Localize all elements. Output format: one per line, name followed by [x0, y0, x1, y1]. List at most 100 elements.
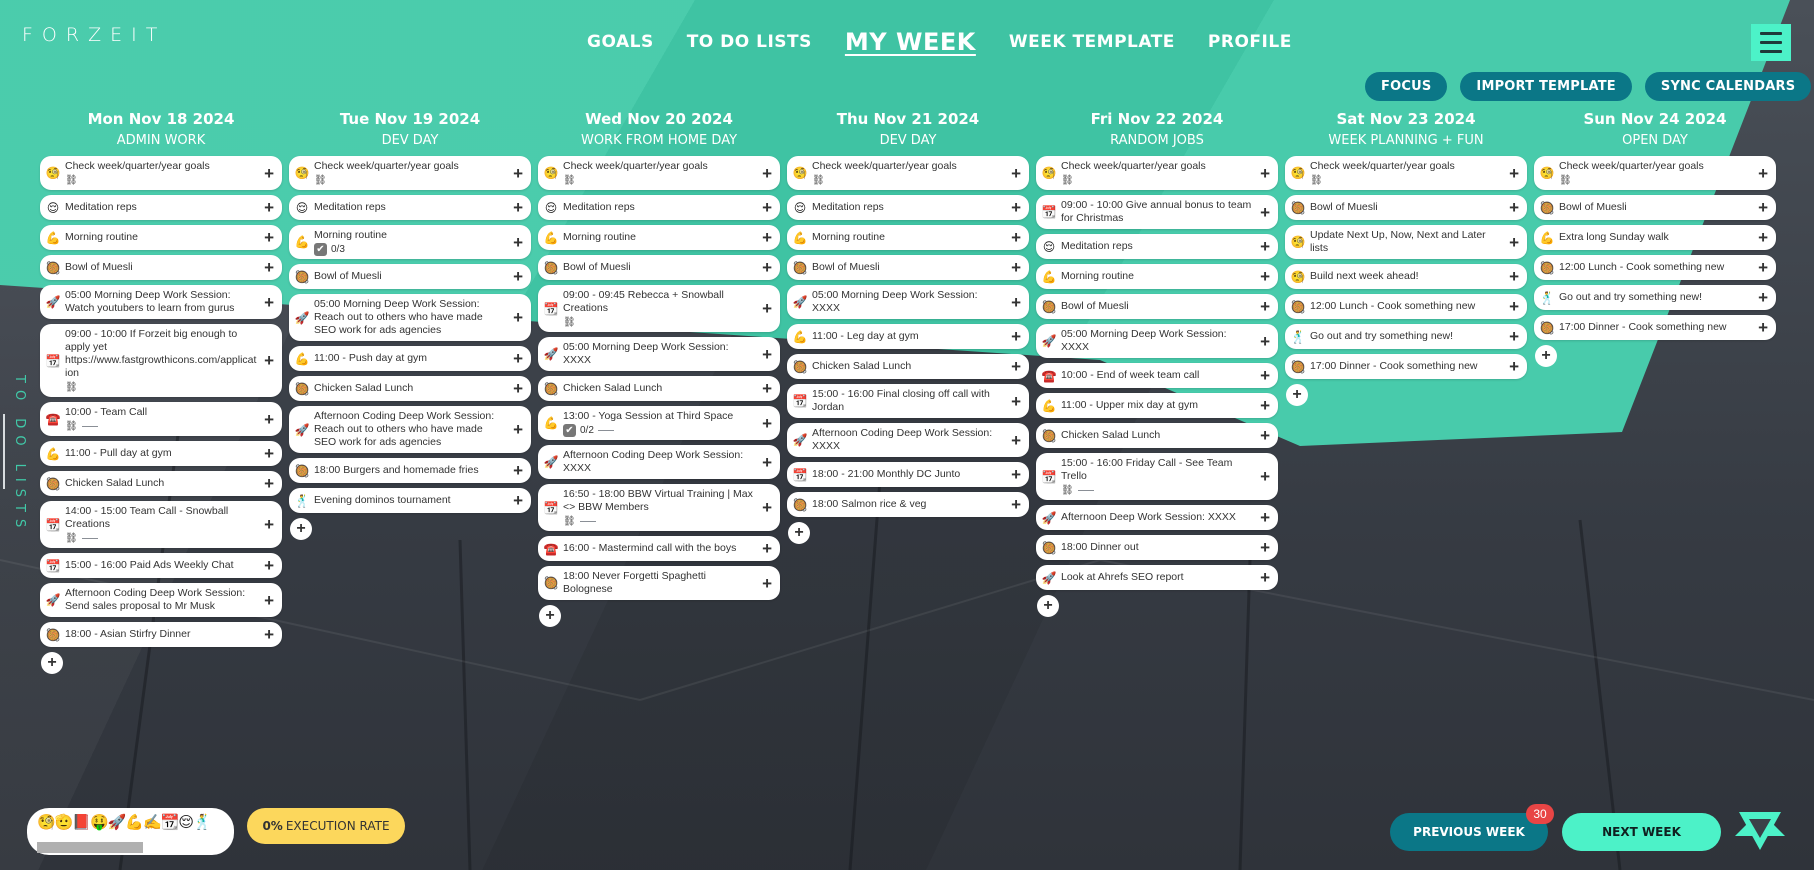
- expand-task-plus-icon[interactable]: +: [264, 475, 274, 492]
- expand-task-plus-icon[interactable]: +: [264, 229, 274, 246]
- task-card[interactable]: 🥘 Bowl of Muesli +: [1534, 195, 1776, 220]
- task-card[interactable]: 🧐 Check week/quarter/year goals ⛓ +: [1036, 156, 1278, 190]
- add-task-button[interactable]: +: [1535, 345, 1557, 367]
- add-task-button[interactable]: +: [1037, 595, 1059, 617]
- expand-task-plus-icon[interactable]: +: [762, 380, 772, 397]
- focus-button[interactable]: FOCUS: [1365, 72, 1448, 101]
- task-card[interactable]: 😌 Meditation reps +: [538, 195, 780, 220]
- hamburger-menu-button[interactable]: [1751, 24, 1791, 61]
- task-card[interactable]: 🥘 Bowl of Muesli +: [289, 264, 531, 289]
- expand-task-plus-icon[interactable]: +: [762, 575, 772, 592]
- day-theme[interactable]: DEV DAY: [787, 133, 1029, 148]
- expand-task-plus-icon[interactable]: +: [762, 499, 772, 516]
- expand-task-plus-icon[interactable]: +: [1011, 496, 1021, 513]
- previous-week-button[interactable]: PREVIOUS WEEK: [1390, 813, 1548, 851]
- task-card[interactable]: 🧐 Check week/quarter/year goals ⛓ +: [40, 156, 282, 190]
- task-card[interactable]: 😌 Meditation reps +: [289, 195, 531, 220]
- nav-goals[interactable]: GOALS: [587, 32, 654, 52]
- forzeit-logo[interactable]: FORZEIT: [22, 24, 166, 46]
- nav-to-do-lists[interactable]: TO DO LISTS: [687, 32, 812, 52]
- task-card[interactable]: 📆 15:00 - 16:00 Friday Call - See Team Tr…: [1036, 453, 1278, 500]
- checklist-icon[interactable]: ✔: [563, 424, 576, 437]
- expand-task-plus-icon[interactable]: +: [1011, 259, 1021, 276]
- task-card[interactable]: 🥘 18:00 Burgers and homemade fries +: [289, 458, 531, 483]
- link-icon[interactable]: ⛓: [563, 516, 576, 527]
- task-card[interactable]: 💪 Morning routine ✔ 0/3 +: [289, 225, 531, 259]
- expand-task-plus-icon[interactable]: +: [1011, 432, 1021, 449]
- task-card[interactable]: 📆 15:00 - 16:00 Final closing off call wi…: [787, 384, 1029, 418]
- expand-task-plus-icon[interactable]: +: [1260, 468, 1270, 485]
- expand-task-plus-icon[interactable]: +: [264, 294, 274, 311]
- expand-task-plus-icon[interactable]: +: [1011, 393, 1021, 410]
- task-card[interactable]: 🥘 Bowl of Muesli +: [1036, 294, 1278, 319]
- expand-task-plus-icon[interactable]: +: [1509, 234, 1519, 251]
- task-card[interactable]: 🥘 18:00 Never Forgetti Spaghetti Bolognes…: [538, 566, 780, 600]
- sync-calendars-button[interactable]: SYNC CALENDARS: [1644, 72, 1812, 101]
- task-card[interactable]: 🧐 Check week/quarter/year goals ⛓ +: [538, 156, 780, 190]
- next-week-button[interactable]: NEXT WEEK: [1562, 813, 1721, 851]
- expand-task-plus-icon[interactable]: +: [1509, 328, 1519, 345]
- expand-task-plus-icon[interactable]: +: [513, 380, 523, 397]
- expand-task-plus-icon[interactable]: +: [513, 462, 523, 479]
- expand-task-plus-icon[interactable]: +: [264, 411, 274, 428]
- task-card[interactable]: 💪 11:00 - Leg day at gym +: [787, 324, 1029, 349]
- link-icon[interactable]: ⛓: [1559, 175, 1572, 186]
- task-card[interactable]: 💪 13:00 - Yoga Session at Third Space ✔ 0/2…: [538, 406, 780, 440]
- expand-task-plus-icon[interactable]: +: [1011, 358, 1021, 375]
- expand-task-plus-icon[interactable]: +: [1260, 238, 1270, 255]
- link-icon[interactable]: ⛓: [563, 175, 576, 186]
- nav-week-template[interactable]: WEEK TEMPLATE: [1009, 32, 1175, 52]
- task-card[interactable]: 🚀 Look at Ahrefs SEO report +: [1036, 565, 1278, 590]
- day-theme[interactable]: WORK FROM HOME DAY: [538, 133, 780, 148]
- link-icon[interactable]: ⛓: [314, 175, 327, 186]
- task-card[interactable]: 🥘 17:00 Dinner - Cook something new +: [1534, 315, 1776, 340]
- expand-task-plus-icon[interactable]: +: [1509, 165, 1519, 182]
- link-icon[interactable]: ⛓: [65, 421, 78, 432]
- task-card[interactable]: 🧐 Build next week ahead! +: [1285, 264, 1527, 289]
- expand-task-plus-icon[interactable]: +: [1509, 358, 1519, 375]
- task-card[interactable]: 💪 Morning routine +: [787, 225, 1029, 250]
- link-icon[interactable]: ⛓: [1061, 175, 1074, 186]
- expand-task-plus-icon[interactable]: +: [513, 309, 523, 326]
- expand-task-plus-icon[interactable]: +: [513, 268, 523, 285]
- expand-task-plus-icon[interactable]: +: [762, 415, 772, 432]
- expand-task-plus-icon[interactable]: +: [264, 557, 274, 574]
- task-card[interactable]: 🥘 Bowl of Muesli +: [538, 255, 780, 280]
- add-task-button[interactable]: +: [539, 605, 561, 627]
- expand-task-plus-icon[interactable]: +: [1260, 427, 1270, 444]
- task-card[interactable]: 🥘 Chicken Salad Lunch +: [787, 354, 1029, 379]
- task-card[interactable]: 🕺 Go out and try something new! +: [1285, 324, 1527, 349]
- task-card[interactable]: 📆 18:00 - 21:00 Monthly DC Junto +: [787, 462, 1029, 487]
- task-card[interactable]: 🕺 Evening dominos tournament +: [289, 488, 531, 513]
- expand-task-plus-icon[interactable]: +: [1011, 466, 1021, 483]
- task-card[interactable]: 🚀 05:00 Morning Deep Work Session: Reach …: [289, 294, 531, 341]
- expand-task-plus-icon[interactable]: +: [1011, 165, 1021, 182]
- task-card[interactable]: 💪 Morning routine +: [1036, 264, 1278, 289]
- expand-task-plus-icon[interactable]: +: [1260, 333, 1270, 350]
- task-card[interactable]: 😌 Meditation reps +: [787, 195, 1029, 220]
- link-icon[interactable]: ⛓: [812, 175, 825, 186]
- task-card[interactable]: 🚀 05:00 Morning Deep Work Session: Watch …: [40, 285, 282, 319]
- add-task-button[interactable]: +: [1286, 384, 1308, 406]
- expand-task-plus-icon[interactable]: +: [1758, 319, 1768, 336]
- task-card[interactable]: 🚀 Afternoon Coding Deep Work Session: XXX…: [787, 423, 1029, 457]
- task-card[interactable]: 📆 09:00 - 09:45 Rebecca + Snowball Creati…: [538, 285, 780, 332]
- expand-task-plus-icon[interactable]: +: [513, 350, 523, 367]
- expand-task-plus-icon[interactable]: +: [264, 592, 274, 609]
- side-tab-to-do-lists[interactable]: TO DO LISTS: [12, 375, 27, 534]
- expand-task-plus-icon[interactable]: +: [264, 626, 274, 643]
- task-card[interactable]: 🥘 18:00 - Asian Stirfry Dinner +: [40, 622, 282, 647]
- task-card[interactable]: 🥘 Bowl of Muesli +: [1285, 195, 1527, 220]
- task-card[interactable]: 🥘 Chicken Salad Lunch +: [538, 376, 780, 401]
- task-card[interactable]: 📆 09:00 - 10:00 If Forzeit big enough to …: [40, 324, 282, 397]
- task-card[interactable]: 🥘 18:00 Dinner out +: [1036, 535, 1278, 560]
- task-card[interactable]: 😌 Meditation reps +: [40, 195, 282, 220]
- task-card[interactable]: 🧐 Check week/quarter/year goals ⛓ +: [1285, 156, 1527, 190]
- task-card[interactable]: 🥘 12:00 Lunch - Cook something new +: [1534, 255, 1776, 280]
- expand-task-plus-icon[interactable]: +: [1260, 397, 1270, 414]
- expand-task-plus-icon[interactable]: +: [264, 199, 274, 216]
- import-template-button[interactable]: IMPORT TEMPLATE: [1460, 72, 1632, 101]
- expand-task-plus-icon[interactable]: +: [264, 352, 274, 369]
- expand-task-plus-icon[interactable]: +: [1758, 165, 1768, 182]
- expand-task-plus-icon[interactable]: +: [264, 445, 274, 462]
